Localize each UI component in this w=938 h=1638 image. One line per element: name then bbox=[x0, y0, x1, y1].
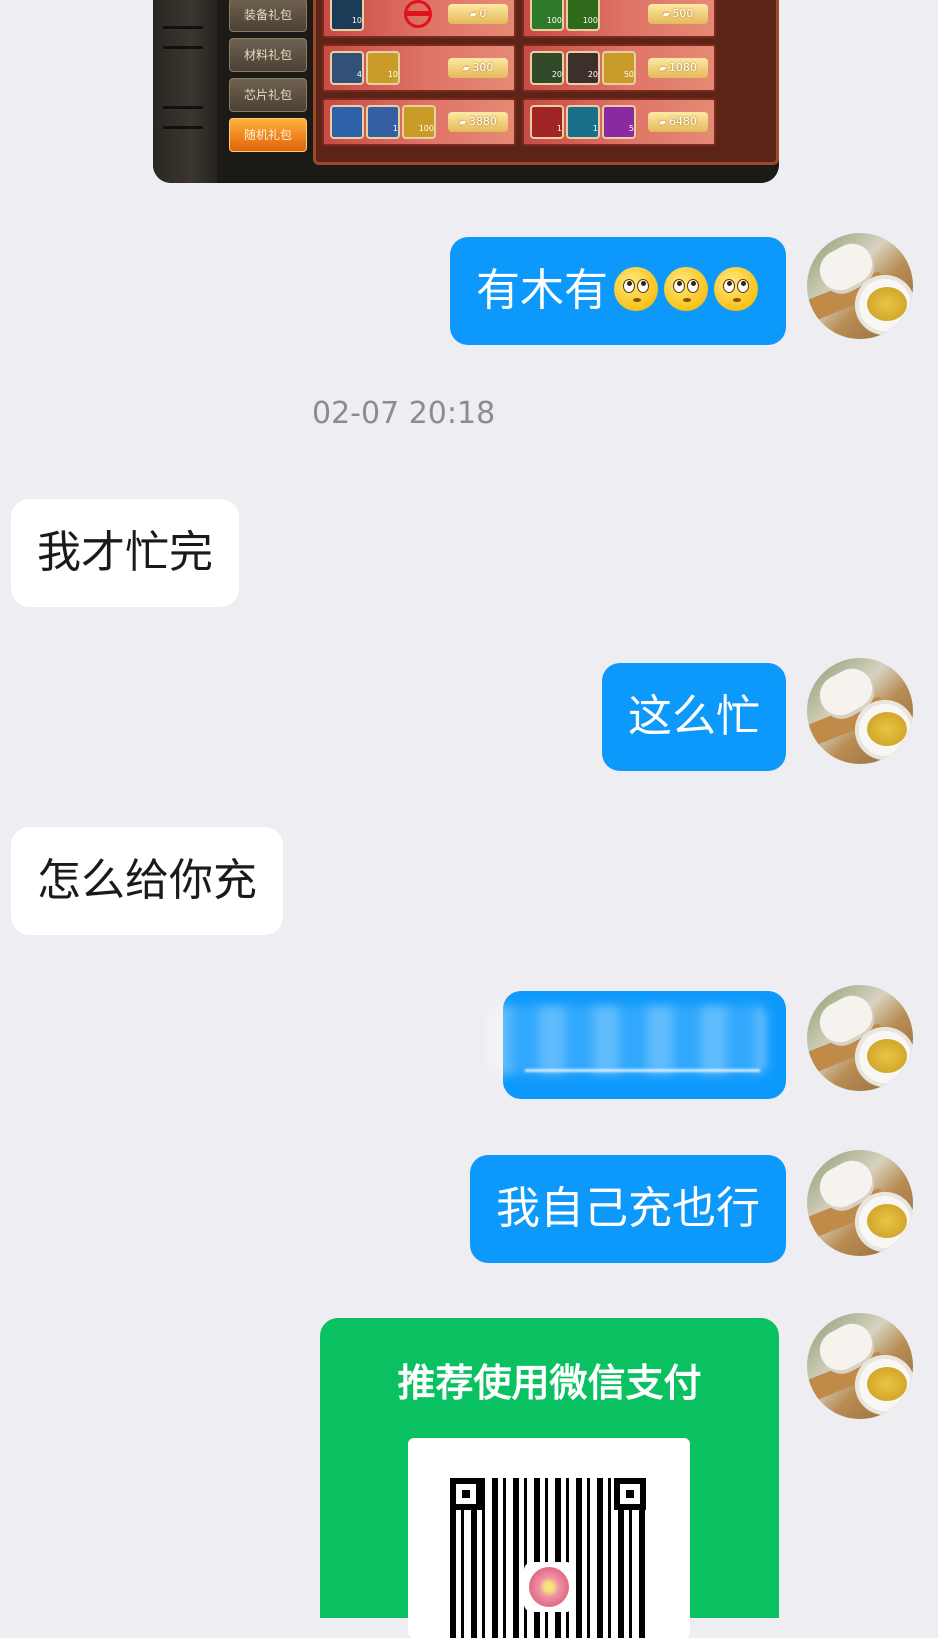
shop-gift-cell: 1100 3880 bbox=[322, 98, 516, 146]
curious-face-emoji-icon bbox=[714, 267, 758, 311]
avatar[interactable] bbox=[807, 1313, 913, 1419]
game-menu-item: 芯片礼包 bbox=[229, 78, 307, 112]
item-slot-icon: 1 bbox=[366, 105, 400, 139]
shop-gift-cell: 410 300 bbox=[322, 44, 516, 92]
item-slot-icon: 100 bbox=[530, 0, 564, 31]
blurred-link-underline bbox=[525, 1069, 760, 1072]
wechat-pay-qr-card[interactable]: 推荐使用微信支付 bbox=[320, 1318, 779, 1638]
item-slot-icon: 100 bbox=[566, 0, 600, 31]
incoming-message[interactable]: 怎么给你充 bbox=[11, 827, 283, 935]
outgoing-message[interactable]: 有木有 bbox=[450, 237, 786, 345]
item-slot-icon: 20 bbox=[566, 51, 600, 85]
qr-finder-pattern bbox=[450, 1478, 482, 1510]
outgoing-message[interactable]: 我自己充也行 bbox=[470, 1155, 786, 1263]
message-text: 我自己充也行 bbox=[496, 1183, 760, 1234]
shop-gift-cell: 1156480 bbox=[522, 98, 716, 146]
item-slot-icon: 100 bbox=[402, 105, 436, 139]
avatar[interactable] bbox=[807, 985, 913, 1091]
item-slot-icon: 10 bbox=[366, 51, 400, 85]
outgoing-message[interactable]: 这么忙 bbox=[602, 663, 786, 771]
game-screenshot-image[interactable]: 装备礼包 材料礼包 芯片礼包 随机礼包 10010010050041030020… bbox=[153, 0, 779, 183]
shop-gift-cell: 100100 500 bbox=[522, 0, 716, 38]
message-text: 我才忙完 bbox=[37, 527, 213, 578]
item-slot-icon bbox=[330, 105, 364, 139]
incoming-message[interactable]: 我才忙完 bbox=[11, 499, 239, 607]
pay-card-title: 推荐使用微信支付 bbox=[397, 1361, 702, 1405]
item-slot-icon: 4 bbox=[330, 51, 364, 85]
item-slot-icon: 50 bbox=[602, 51, 636, 85]
flower-logo-icon bbox=[524, 1562, 574, 1612]
game-menu-item: 装备礼包 bbox=[229, 0, 307, 32]
shop-gift-cell: 10 0 bbox=[322, 0, 516, 38]
avatar[interactable] bbox=[807, 1150, 913, 1256]
item-slot-icon: 1 bbox=[566, 105, 600, 139]
game-shop-panel: 1001001005004103002020501080110038801156… bbox=[313, 0, 779, 165]
item-slot-icon: 1 bbox=[530, 105, 564, 139]
gift-price: 6480 bbox=[648, 112, 708, 132]
shop-gift-cell: 2020501080 bbox=[522, 44, 716, 92]
message-text: 怎么给你充 bbox=[37, 855, 257, 906]
gift-price: 1080 bbox=[648, 58, 708, 78]
blurred-text-redaction bbox=[485, 1005, 767, 1075]
message-timestamp: 02-07 20:18 bbox=[312, 396, 496, 431]
gift-price: 0 bbox=[448, 4, 508, 24]
curious-face-emoji-icon bbox=[614, 267, 658, 311]
qr-finder-pattern bbox=[614, 1478, 646, 1510]
item-slot-icon: 10 bbox=[330, 0, 364, 31]
qr-code-frame bbox=[408, 1438, 690, 1638]
item-slot-icon: 5 bbox=[602, 105, 636, 139]
qr-code-icon bbox=[450, 1478, 646, 1638]
game-menu-item-active: 随机礼包 bbox=[229, 118, 307, 152]
avatar[interactable] bbox=[807, 658, 913, 764]
curious-face-emoji-icon bbox=[664, 267, 708, 311]
gift-price: 300 bbox=[448, 58, 508, 78]
game-side-panel bbox=[153, 0, 217, 183]
avatar[interactable] bbox=[807, 233, 913, 339]
game-menu: 装备礼包 材料礼包 芯片礼包 随机礼包 bbox=[229, 0, 307, 158]
prohibited-icon bbox=[404, 0, 432, 28]
gift-price: 3880 bbox=[448, 112, 508, 132]
game-menu-item: 材料礼包 bbox=[229, 38, 307, 72]
message-text: 这么忙 bbox=[628, 691, 760, 742]
item-slot-icon: 20 bbox=[530, 51, 564, 85]
gift-price: 500 bbox=[648, 4, 708, 24]
message-text: 有木有 bbox=[476, 265, 608, 316]
